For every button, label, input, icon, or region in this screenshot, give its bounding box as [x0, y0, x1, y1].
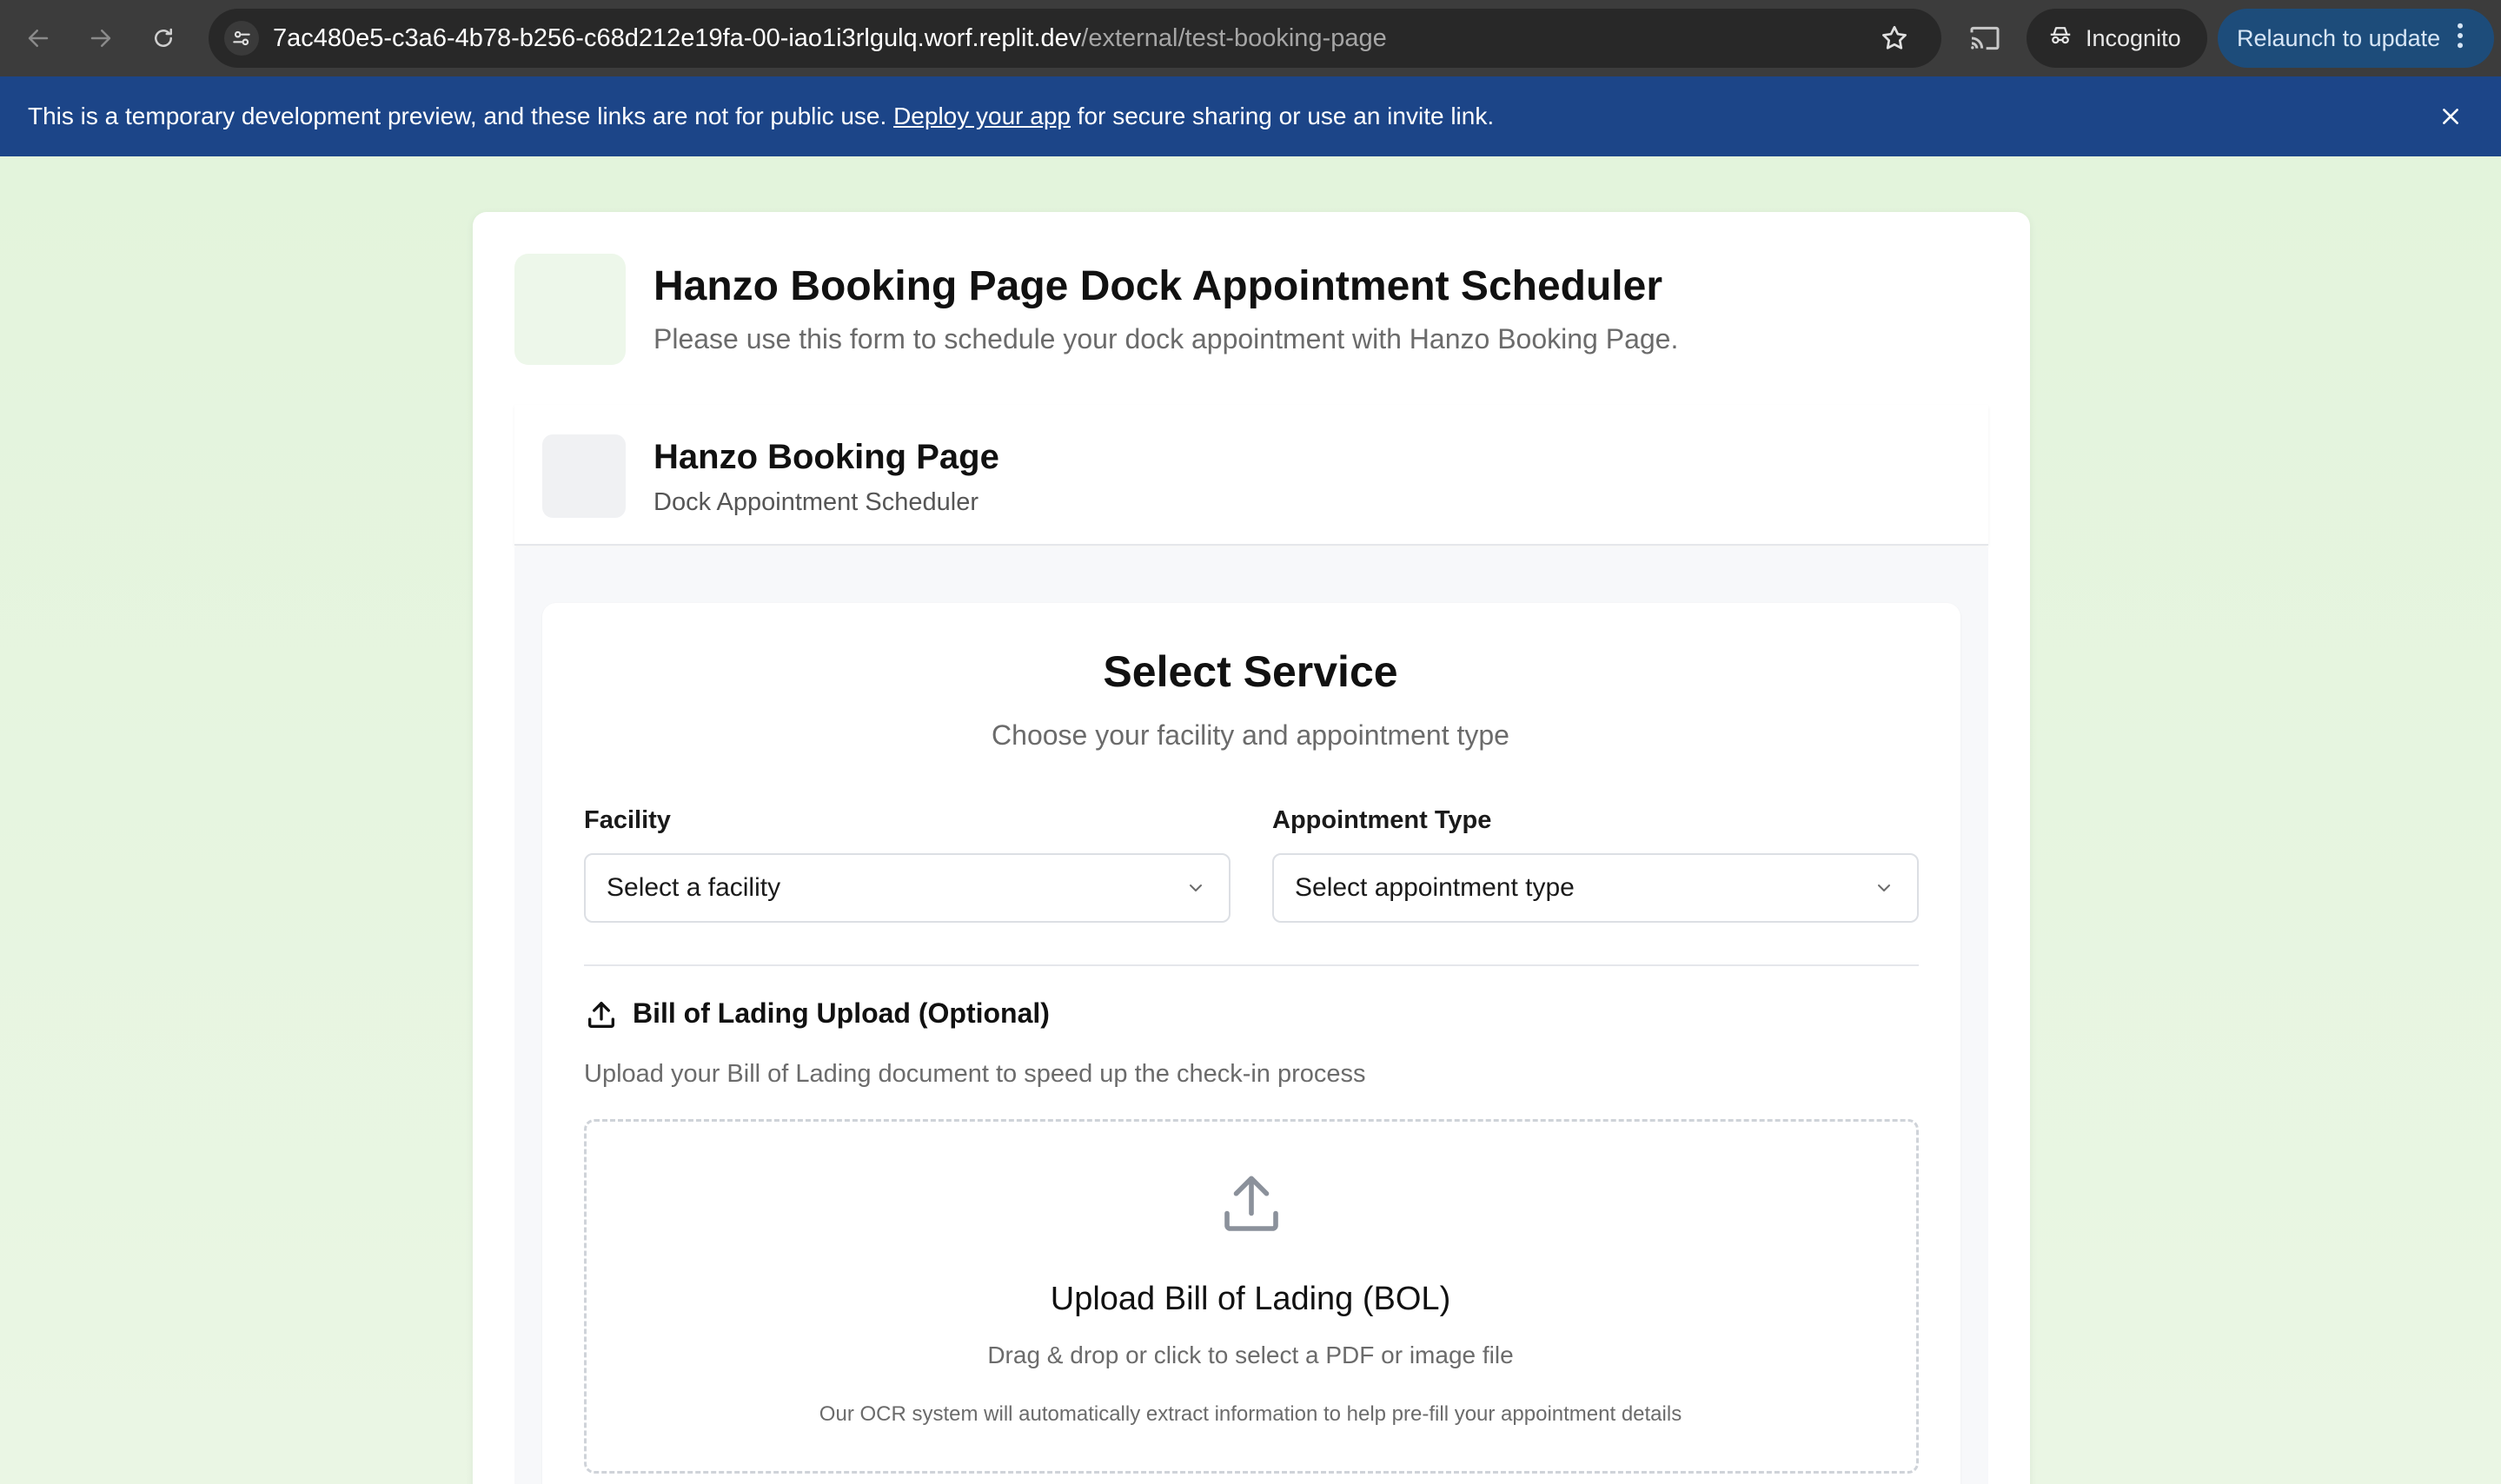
banner-text: This is a temporary development preview,… — [28, 76, 1494, 156]
reload-icon[interactable] — [141, 16, 186, 61]
back-icon[interactable] — [16, 16, 61, 61]
incognito-label: Incognito — [2086, 24, 2181, 51]
close-icon[interactable] — [2433, 99, 2468, 134]
deploy-app-link[interactable]: Deploy your app — [893, 103, 1071, 129]
bol-section-subtitle: Upload your Bill of Lading document to s… — [584, 1060, 1366, 1088]
company-header: Hanzo Booking Page Dock Appointment Sche… — [514, 405, 1988, 546]
banner-text-after: for secure sharing or use an invite link… — [1070, 103, 1495, 129]
incognito-indicator[interactable]: Incognito — [2027, 9, 2207, 68]
bol-section-title: Bill of Lading Upload (Optional) — [633, 997, 1050, 1029]
select-service-title: Select Service — [1103, 647, 1398, 696]
cast-icon[interactable] — [1967, 21, 2002, 56]
dropzone-note: Our OCR system will automatically extrac… — [819, 1402, 1682, 1426]
chevron-down-icon — [1874, 878, 1894, 898]
dev-preview-banner: This is a temporary development preview,… — [0, 76, 2501, 156]
appointment-type-select-value: Select appointment type — [1295, 873, 1575, 902]
dropzone-title: Upload Bill of Lading (BOL) — [1050, 1281, 1451, 1317]
forward-icon[interactable] — [78, 16, 123, 61]
address-bar[interactable]: 7ac480e5-c3a6-4b78-b256-c68d212e19fa-00-… — [209, 9, 1941, 68]
page-title: Hanzo Booking Page Dock Appointment Sche… — [653, 263, 1662, 309]
header-logo-placeholder — [514, 254, 626, 365]
site-info-icon[interactable] — [224, 21, 259, 56]
page-subtitle: Please use this form to schedule your do… — [653, 323, 1679, 354]
relaunch-label: Relaunch to update — [2237, 24, 2441, 51]
company-name: Hanzo Booking Page — [653, 438, 999, 476]
company-subtitle: Dock Appointment Scheduler — [653, 488, 979, 516]
url-path: /external/test-booking-page — [1081, 24, 1387, 52]
more-vert-icon[interactable] — [2456, 23, 2465, 55]
bookmark-star-icon[interactable] — [1879, 23, 1910, 54]
banner-text-before: This is a temporary development preview,… — [28, 103, 894, 129]
select-service-subtitle: Choose your facility and appointment typ… — [992, 719, 1509, 751]
section-divider — [584, 964, 1919, 966]
upload-icon — [1215, 1168, 1288, 1241]
relaunch-button[interactable]: Relaunch to update — [2218, 9, 2494, 68]
upload-icon — [584, 997, 619, 1032]
facility-select[interactable]: Select a facility — [584, 853, 1231, 923]
chevron-down-icon — [1185, 878, 1206, 898]
appointment-type-select[interactable]: Select appointment type — [1272, 853, 1919, 923]
facility-select-value: Select a facility — [607, 873, 781, 902]
url-text: 7ac480e5-c3a6-4b78-b256-c68d212e19fa-00-… — [273, 9, 1387, 68]
url-host: 7ac480e5-c3a6-4b78-b256-c68d212e19fa-00-… — [273, 24, 1082, 52]
browser-toolbar: 7ac480e5-c3a6-4b78-b256-c68d212e19fa-00-… — [0, 0, 2501, 76]
incognito-icon — [2047, 23, 2073, 55]
dropzone-subtitle: Drag & drop or click to select a PDF or … — [987, 1342, 1514, 1368]
company-logo-placeholder — [542, 434, 626, 518]
appointment-type-label: Appointment Type — [1272, 806, 1492, 834]
facility-label: Facility — [584, 806, 671, 834]
